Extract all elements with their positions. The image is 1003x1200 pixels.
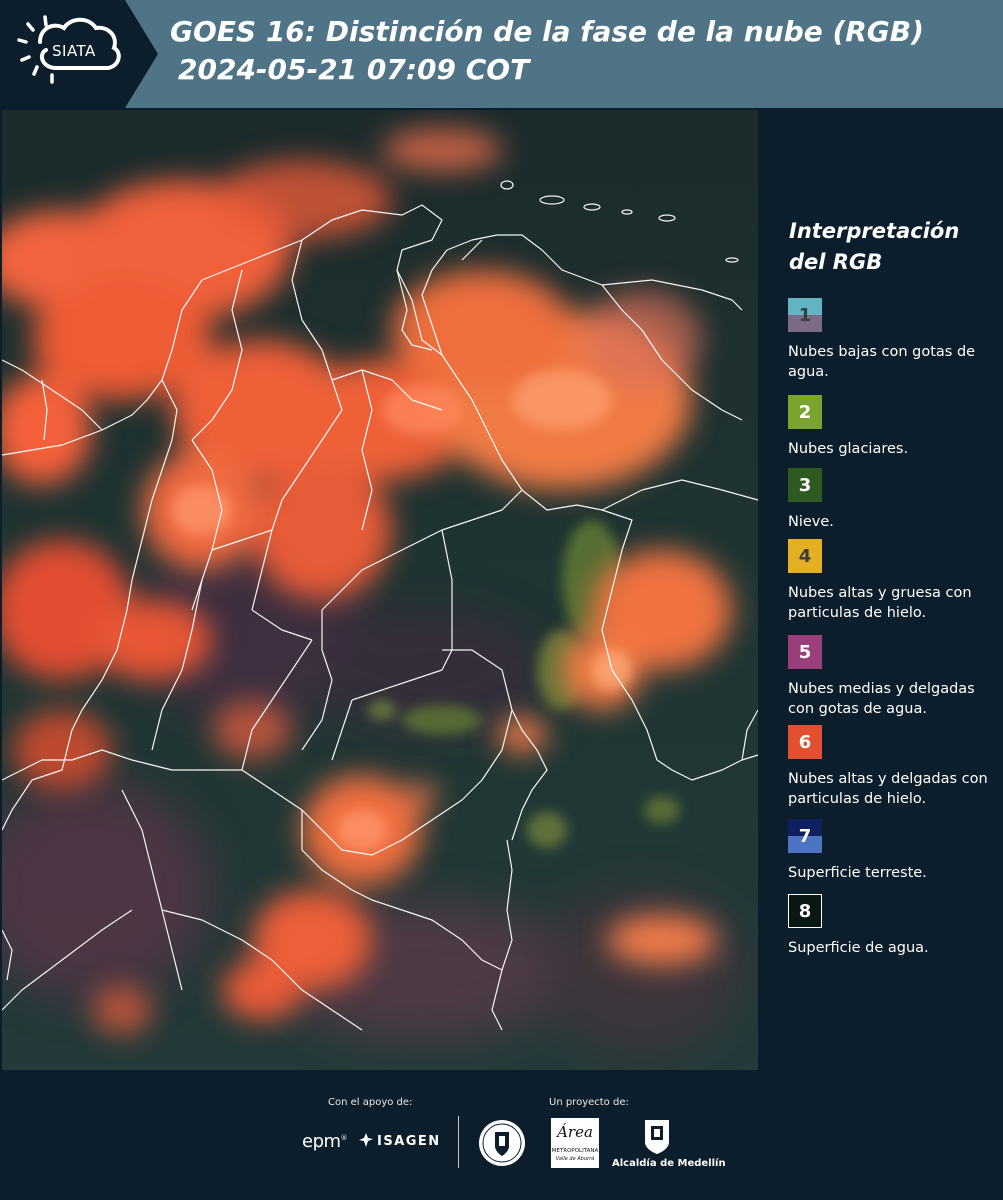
legend-number-5: 5 bbox=[798, 641, 812, 663]
legend-label-2: Nubes glaciares. bbox=[788, 441, 909, 457]
alcaldia-logo: Alcaldía de Medellín bbox=[612, 1158, 726, 1169]
area-logo-sub2: Valle de Aburrá bbox=[555, 1156, 595, 1162]
epm-registered-mark: ® bbox=[340, 1134, 348, 1142]
footer: Con el apoyo de: Un proyecto de: epm® IS… bbox=[0, 1070, 1003, 1200]
legend-number-4: 4 bbox=[798, 545, 812, 567]
support-label: Con el apoyo de: bbox=[328, 1097, 413, 1108]
siata-logo: SIATA bbox=[0, 0, 158, 108]
legend-item-4: 4 Nubes altas y gruesa con particulas de… bbox=[788, 539, 998, 623]
legend-item-8: 8 Superficie de agua. bbox=[788, 894, 998, 958]
isagen-logo: ISAGEN bbox=[377, 1134, 441, 1149]
legend-label-8: Superficie de agua. bbox=[788, 940, 929, 956]
epm-logo-text: epm bbox=[302, 1131, 341, 1152]
area-logo-sub1: METROPOLITANA bbox=[551, 1148, 599, 1154]
legend-number-2: 2 bbox=[798, 401, 812, 423]
map-image bbox=[2, 110, 758, 1070]
legend-swatch-8: 8 bbox=[788, 894, 822, 928]
legend-number-6: 6 bbox=[798, 731, 812, 753]
project-label: Un proyecto de: bbox=[549, 1097, 629, 1108]
siata-logo-text: SIATA bbox=[52, 42, 96, 60]
epm-logo: epm® bbox=[302, 1131, 348, 1152]
area-logo-word: Área bbox=[557, 1123, 593, 1141]
legend-number-7: 7 bbox=[798, 825, 812, 847]
legend-label-7: Superficie terreste. bbox=[788, 865, 927, 881]
page-timestamp: 2024-05-21 07:09 COT bbox=[178, 53, 530, 86]
legend-label-5: Nubes medias y delgadas con gotas de agu… bbox=[788, 681, 975, 717]
legend-swatch-7: 7 bbox=[788, 819, 822, 853]
legend-label-3: Nieve. bbox=[788, 514, 834, 530]
legend-title: Interpretación del RGB bbox=[789, 219, 960, 274]
legend-label-4: Nubes altas y gruesa con particulas de h… bbox=[788, 585, 972, 621]
legend-item-7: 7 Superficie terreste. bbox=[788, 819, 998, 883]
satellite-map bbox=[2, 110, 758, 1070]
legend-item-6: 6 Nubes altas y delgadas con particulas … bbox=[788, 725, 998, 809]
legend-swatch-5: 5 bbox=[788, 635, 822, 669]
header-bar: SIATA GOES 16: Distinción de la fase de … bbox=[0, 0, 1003, 108]
legend-number-8: 8 bbox=[798, 900, 812, 922]
legend-item-5: 5 Nubes medias y delgadas con gotas de a… bbox=[788, 635, 998, 719]
legend-item-1: 1 Nubes bajas con gotas de agua. bbox=[788, 298, 998, 382]
legend-label-1: Nubes bajas con gotas de agua. bbox=[788, 344, 976, 380]
alcaldia-shield-icon bbox=[645, 1120, 669, 1154]
legend-swatch-6: 6 bbox=[788, 725, 822, 759]
legend-panel: Interpretación del RGB 1 Nubes bajas con… bbox=[760, 110, 1003, 1070]
legend-number-1: 1 bbox=[798, 304, 812, 326]
legend-item-3: 3 Nieve. bbox=[788, 468, 998, 532]
area-metropolitana-logo: Área METROPOLITANA Valle de Aburrá bbox=[551, 1118, 599, 1168]
page-title: GOES 16: Distinción de la fase de la nub… bbox=[170, 15, 924, 48]
legend-swatch-3: 3 bbox=[788, 468, 822, 502]
footer-divider bbox=[458, 1116, 459, 1168]
legend-number-3: 3 bbox=[798, 474, 812, 496]
legend-label-6: Nubes altas y delgadas con particulas de… bbox=[788, 771, 988, 807]
legend-swatch-4: 4 bbox=[788, 539, 822, 573]
legend-swatch-1: 1 bbox=[788, 298, 822, 332]
medellin-seal-icon bbox=[479, 1120, 525, 1166]
legend-swatch-2: 2 bbox=[788, 395, 822, 429]
legend-item-2: 2 Nubes glaciares. bbox=[788, 395, 998, 459]
isagen-icon bbox=[359, 1133, 373, 1147]
